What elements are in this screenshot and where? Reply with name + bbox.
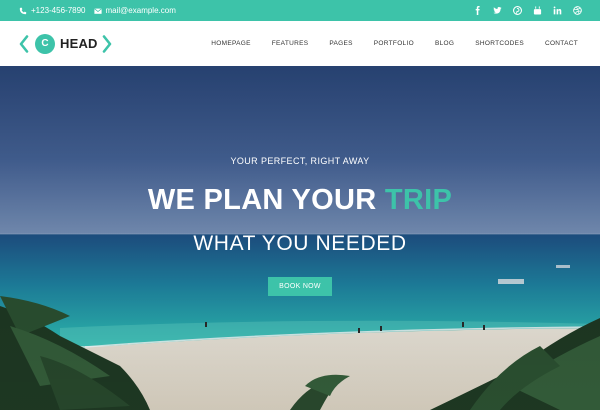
phone-icon	[19, 7, 27, 14]
nav-item-features[interactable]: FEATURES	[272, 40, 309, 47]
youtube-icon[interactable]	[533, 6, 542, 15]
hero-section: YOUR PERFECT, RIGHT AWAY WE PLAN YOUR TR…	[0, 66, 600, 410]
nav-item-shortcodes[interactable]: SHORTCODES	[475, 40, 524, 47]
facebook-icon[interactable]	[473, 6, 482, 15]
top-bar: +123-456-7890 mail@example.com	[0, 0, 600, 21]
nav-item-contact[interactable]: CONTACT	[545, 40, 578, 47]
hero-headline-accent: TRIP	[384, 184, 453, 216]
hero-headline-main: WE PLAN YOUR	[147, 184, 385, 216]
pinterest-icon[interactable]	[513, 6, 522, 15]
chevron-left-icon	[19, 34, 29, 53]
nav-item-homepage[interactable]: HOMEPAGE	[211, 40, 250, 47]
book-now-button[interactable]: BOOK NOW	[268, 277, 332, 296]
phone-number: +123-456-7890	[31, 6, 86, 15]
site-header: C HEAD HOMEPAGE FEATURES PAGES PORTFOLIO…	[0, 21, 600, 66]
envelope-icon	[93, 8, 102, 14]
dribbble-icon[interactable]	[573, 6, 582, 15]
hero-kicker: YOUR PERFECT, RIGHT AWAY	[230, 156, 370, 166]
social-links	[473, 0, 582, 21]
logo-badge: C	[35, 33, 55, 54]
email-item[interactable]: mail@example.com	[93, 6, 176, 15]
hero-content: YOUR PERFECT, RIGHT AWAY WE PLAN YOUR TR…	[0, 66, 600, 410]
contact-info: +123-456-7890 mail@example.com	[19, 0, 178, 21]
logo-wordmark: HEAD	[60, 36, 98, 51]
nav-item-portfolio[interactable]: PORTFOLIO	[374, 40, 414, 47]
nav-item-pages[interactable]: PAGES	[329, 40, 352, 47]
chevron-right-icon	[102, 34, 111, 53]
twitter-icon[interactable]	[493, 6, 502, 15]
phone-item[interactable]: +123-456-7890	[19, 6, 86, 15]
site-logo[interactable]: C HEAD	[19, 21, 112, 66]
email-address: mail@example.com	[105, 6, 176, 15]
hero-subline: WHAT YOU NEEDED	[193, 232, 407, 255]
hero-headline: WE PLAN YOUR TRIP	[0, 184, 600, 217]
main-nav: HOMEPAGE FEATURES PAGES PORTFOLIO BLOG S…	[211, 21, 578, 66]
linkedin-icon[interactable]	[553, 6, 562, 15]
nav-item-blog[interactable]: BLOG	[435, 40, 454, 47]
